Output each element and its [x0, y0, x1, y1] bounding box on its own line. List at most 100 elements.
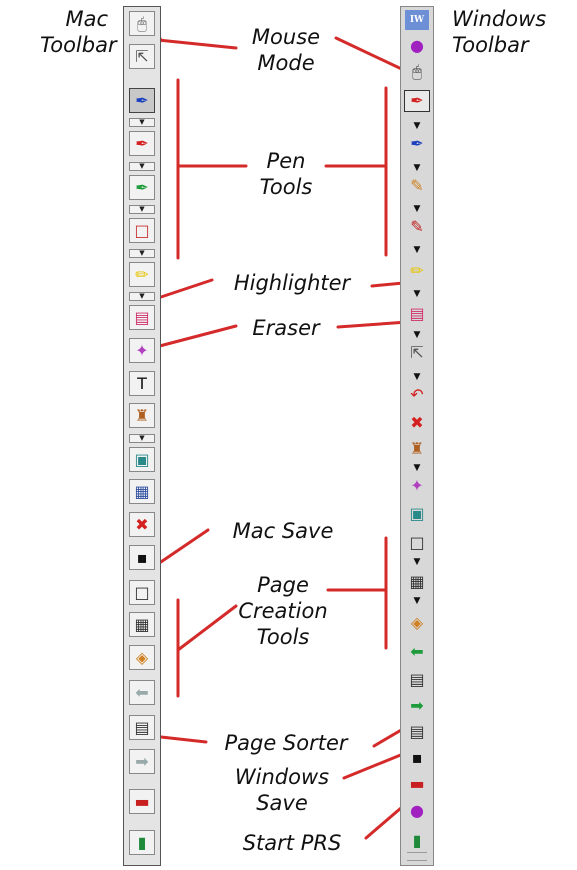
- highlighter-label: Highlighter: [233, 271, 351, 295]
- mac-pen-red-button[interactable]: ✒: [129, 131, 155, 156]
- pen-green-icon: ✒: [135, 177, 149, 197]
- mac-forward-arrow-button[interactable]: ➡: [129, 749, 155, 774]
- windows-toolbar-label-line2: Toolbar: [452, 33, 529, 57]
- grid-page-icon: ▦: [409, 572, 425, 591]
- mac-rectangle-tool-button[interactable]: □: [129, 218, 155, 243]
- mac-pointer-button[interactable]: ⇱: [129, 44, 155, 69]
- win-start-prs-small-button[interactable]: ●: [404, 35, 430, 57]
- win-pen-striped-button[interactable]: ✎: [404, 175, 430, 197]
- win-dropdown-arrow[interactable]: ▼: [404, 329, 430, 341]
- mac-pen-green-button[interactable]: ✒: [129, 175, 155, 200]
- start-prs-label: Start PRS: [242, 831, 342, 855]
- win-page-sorter-small-button[interactable]: ▤: [404, 669, 430, 691]
- win-dropdown-arrow[interactable]: ▼: [404, 556, 430, 568]
- mac-highlighter-button[interactable]: ✏: [129, 262, 155, 287]
- win-dropdown-arrow[interactable]: ▼: [404, 162, 430, 174]
- win-clear-page-button[interactable]: ✖: [404, 412, 430, 434]
- win-dropdown-arrow[interactable]: ▼: [404, 244, 430, 256]
- win-page-sorter-button[interactable]: ▤: [404, 721, 430, 743]
- mac-dropdown-arrow[interactable]: ▼: [129, 118, 155, 127]
- pointer-icon: ⇱: [410, 343, 424, 362]
- win-mouse-button[interactable]: 🖱: [404, 61, 430, 83]
- mac-blank-page-button[interactable]: □: [129, 580, 155, 605]
- win-picture-frame-button[interactable]: ▣: [404, 503, 430, 525]
- mac-dropdown-arrow[interactable]: ▼: [129, 292, 155, 301]
- pen-blue-icon: ✒: [135, 90, 149, 110]
- mac-calendar-grid-button[interactable]: ▦: [129, 479, 155, 504]
- win-grid-page-button[interactable]: ▦: [404, 571, 430, 593]
- mac-picture-frame-button[interactable]: ▣: [129, 447, 155, 472]
- win-save-floppy-button[interactable]: ▪: [404, 747, 430, 769]
- mac-stamp-button[interactable]: ♜: [129, 403, 155, 428]
- mac-dropdown-arrow[interactable]: ▼: [129, 434, 155, 443]
- win-eraser-button[interactable]: ▤: [404, 303, 430, 325]
- mac-exit-door-button[interactable]: ▮: [129, 830, 155, 855]
- win-image-page-button[interactable]: ◈: [404, 612, 430, 634]
- page-creation-label-line2: Creation: [238, 599, 328, 623]
- mac-clear-page-button[interactable]: ✖: [129, 512, 155, 537]
- exit-door-icon: ▮: [412, 831, 422, 850]
- clear-page-icon: ✖: [135, 514, 149, 534]
- mac-toolbox-button[interactable]: ▬: [129, 789, 155, 814]
- win-dropdown-arrow[interactable]: ▼: [404, 371, 430, 383]
- blank-page-icon: □: [134, 582, 150, 602]
- win-dropdown-arrow[interactable]: ▼: [404, 120, 430, 132]
- eraser-icon: ▤: [134, 307, 150, 327]
- stamp-icon: ♜: [134, 405, 150, 425]
- page-sorter-icon: ▤: [409, 722, 425, 741]
- mac-pen-blue-button[interactable]: ✒: [129, 88, 155, 113]
- picture-frame-icon: ▣: [134, 449, 150, 469]
- pen-tools-label-line1: Pen: [266, 149, 306, 173]
- mac-grid-page-button[interactable]: ▦: [129, 612, 155, 637]
- mac-dropdown-arrow[interactable]: ▼: [129, 249, 155, 258]
- mac-page-sorter-button[interactable]: ▤: [129, 715, 155, 740]
- win-pointer-button[interactable]: ⇱: [404, 342, 430, 364]
- page-creation-label-line1: Page: [257, 573, 309, 597]
- mac-dropdown-arrow[interactable]: ▼: [129, 205, 155, 214]
- image-page-icon: ◈: [135, 647, 149, 667]
- win-dropdown-arrow[interactable]: ▼: [404, 288, 430, 300]
- back-arrow-icon: ⬅: [135, 682, 149, 702]
- win-pen-dotted-button[interactable]: ✎: [404, 216, 430, 238]
- windows-save-label: Windows Save: [222, 764, 342, 816]
- mac-toolbar-label-line1: Mac: [65, 7, 108, 31]
- start-prs-small-icon: ●: [410, 36, 424, 55]
- mac-save-floppy-button[interactable]: ▪: [129, 545, 155, 570]
- spotlight-icon: ✦: [410, 476, 424, 495]
- toolbar-grip[interactable]: [407, 852, 427, 861]
- win-spotlight-button[interactable]: ✦: [404, 475, 430, 497]
- mac-mouse-button[interactable]: 🖱: [129, 11, 155, 36]
- windows-toolbar: IW ● 🖱 ✒ ▼ ✒ ▼ ✎ ▼ ✎ ▼ ✏ ▼ ▤ ▼ ⇱ ▼ ↶ ✖ ♜ ▼ ✦ ▣ □ ▼ ▦ ▼ ◈ ⬅ ▤ ➡ ▤ ▪ ▬ ● ▮: [400, 6, 434, 866]
- win-dropdown-arrow[interactable]: ▼: [404, 462, 430, 474]
- win-back-arrow-button[interactable]: ⬅: [404, 641, 430, 663]
- win-blank-page-button[interactable]: □: [404, 532, 430, 554]
- win-pen-red-selected-button[interactable]: ✒: [404, 90, 430, 112]
- pen-tools-label: Pen Tools: [246, 148, 326, 200]
- mac-text-tool-button[interactable]: T: [129, 371, 155, 396]
- win-toolbox-button[interactable]: ▬: [404, 773, 430, 795]
- win-exit-door-button[interactable]: ▮: [404, 830, 430, 852]
- mac-back-arrow-button[interactable]: ⬅: [129, 680, 155, 705]
- leader-eraser-win: [336, 320, 410, 329]
- win-undo-button[interactable]: ↶: [404, 384, 430, 406]
- mac-dropdown-arrow[interactable]: ▼: [129, 162, 155, 171]
- save-floppy-icon: ▪: [136, 547, 148, 567]
- win-dropdown-arrow[interactable]: ▼: [404, 203, 430, 215]
- calendar-grid-icon: ▦: [134, 481, 150, 501]
- mac-spotlight-button[interactable]: ✦: [129, 338, 155, 363]
- clear-page-icon: ✖: [410, 413, 424, 432]
- win-highlighter-button[interactable]: ✏: [404, 260, 430, 282]
- win-start-prs-button[interactable]: ●: [404, 800, 430, 822]
- mac-image-page-button[interactable]: ◈: [129, 645, 155, 670]
- mouse-icon: 🖱: [412, 62, 422, 81]
- win-forward-arrow-button[interactable]: ➡: [404, 695, 430, 717]
- win-stamp-button[interactable]: ♜: [404, 438, 430, 460]
- forward-arrow-icon: ➡: [410, 696, 424, 715]
- win-pen-blue-button[interactable]: ✒: [404, 133, 430, 155]
- win-dropdown-arrow[interactable]: ▼: [404, 595, 430, 607]
- mac-eraser-button[interactable]: ▤: [129, 305, 155, 330]
- pen-tools-label-line2: Tools: [259, 175, 313, 199]
- start-prs-icon: ●: [410, 801, 424, 820]
- mac-save-label: Mac Save: [232, 519, 334, 543]
- stamp-icon: ♜: [409, 439, 425, 458]
